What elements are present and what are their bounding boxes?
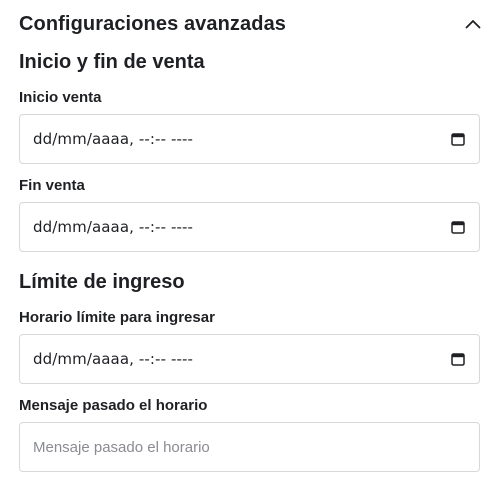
calendar-icon[interactable] (451, 352, 465, 366)
sale-start-datetime-input[interactable]: dd/mm/aaaa, --:-- ---- (19, 114, 480, 164)
sale-section-title: Inicio y fin de venta (19, 51, 205, 73)
sale-start-value: dd/mm/aaaa, --:-- ---- (33, 130, 194, 148)
calendar-icon[interactable] (451, 220, 465, 234)
sale-end-datetime-input[interactable]: dd/mm/aaaa, --:-- ---- (19, 202, 480, 252)
chevron-up-icon[interactable] (461, 12, 485, 36)
sale-end-value: dd/mm/aaaa, --:-- ---- (33, 218, 194, 236)
sale-end-label: Fin venta (19, 177, 85, 194)
entry-limit-datetime-input[interactable]: dd/mm/aaaa, --:-- ---- (19, 334, 480, 384)
entry-section-title: Límite de ingreso (19, 271, 185, 293)
entry-limit-label: Horario límite para ingresar (19, 309, 215, 326)
advanced-settings-title: Configuraciones avanzadas (19, 12, 287, 35)
late-message-label: Mensaje pasado el horario (19, 397, 208, 414)
calendar-icon[interactable] (451, 132, 465, 146)
late-message-placeholder: Mensaje pasado el horario (33, 438, 210, 456)
advanced-settings-header[interactable]: Configuraciones avanzadas (19, 10, 483, 38)
entry-limit-value: dd/mm/aaaa, --:-- ---- (33, 350, 194, 368)
sale-start-label: Inicio venta (19, 89, 102, 106)
late-message-input[interactable]: Mensaje pasado el horario (19, 422, 480, 472)
